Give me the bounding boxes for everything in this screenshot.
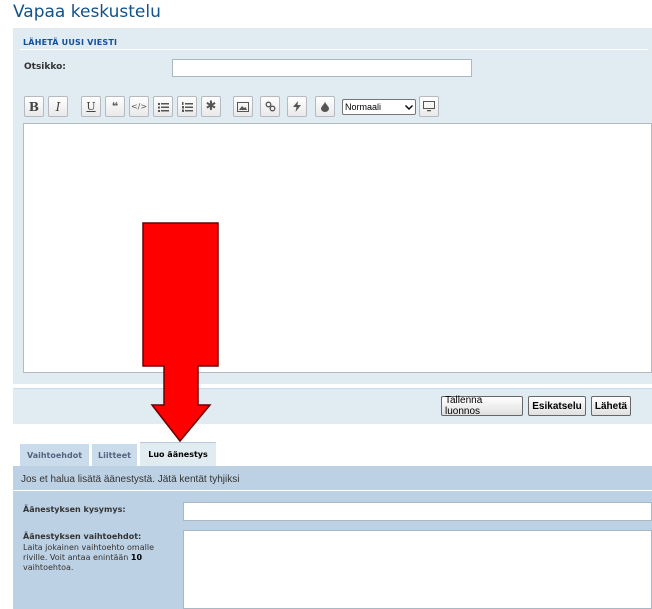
list-item-button[interactable]: ✱ [201,96,221,117]
list-button[interactable] [153,96,173,117]
poll-options-help: Laita jokainen vaihtoehto omalle riville… [23,543,173,573]
list-icon [157,102,169,112]
submit-button[interactable]: Lähetä [591,396,631,416]
numbered-list-button[interactable] [177,96,197,117]
poll-options-max: 10 [130,553,143,562]
underline-icon: U [86,100,96,113]
italic-icon: I [55,99,61,114]
tab-create-poll[interactable]: Luo äänestys [140,442,216,466]
poll-note: Jos et halua lisätä äänestystä. Jätä ken… [21,474,240,485]
panel-divider [20,49,648,50]
tab-options[interactable]: Vaihtoehdot [20,444,89,466]
lightning-icon [293,101,301,112]
poll-question-input[interactable] [183,502,652,521]
subject-input[interactable] [172,59,472,77]
droplet-icon [321,101,329,112]
image-button[interactable] [233,96,253,117]
quote-icon: ❝ [111,100,119,113]
poll-options-help-suffix: vaihtoehtoa. [23,563,74,572]
asterisk-icon: ✱ [205,99,217,114]
preview-button[interactable]: Esikatselu [528,396,586,416]
poll-options-label: Äänestyksen vaihtoehdot: [23,532,142,541]
chevron-down-icon [405,104,413,110]
image-icon [237,101,249,112]
preview-screen-button[interactable] [419,96,439,117]
underline-button[interactable]: U [81,96,101,117]
red-arrow-annotation [142,222,219,443]
tab-attachments[interactable]: Liitteet [92,444,137,466]
poll-options-textarea[interactable] [183,530,652,609]
poll-question-label: Äänestyksen kysymys: [23,505,126,514]
panel-heading: LÄHETÄ UUSI VIESTI [23,38,118,47]
code-button[interactable]: </> [129,96,149,117]
italic-button[interactable]: I [48,96,68,117]
monitor-icon [423,101,435,112]
quote-button[interactable]: ❝ [105,96,125,117]
subject-label: Otsikko: [24,62,66,72]
bold-icon: B [28,99,40,114]
link-button[interactable] [260,96,280,117]
numbered-list-icon [181,101,193,112]
save-draft-button[interactable]: Tallenna luonnos [441,395,523,417]
bold-button[interactable]: B [24,96,44,117]
flash-button[interactable] [287,96,307,117]
font-size-value: Normaali [345,102,382,112]
page-title: Vapaa keskustelu [13,2,161,22]
link-icon [265,101,275,112]
poll-divider [13,490,652,491]
color-button[interactable] [315,96,335,117]
message-textarea[interactable] [23,123,652,373]
font-size-select[interactable]: Normaali [342,99,416,115]
code-icon: </> [130,102,148,111]
